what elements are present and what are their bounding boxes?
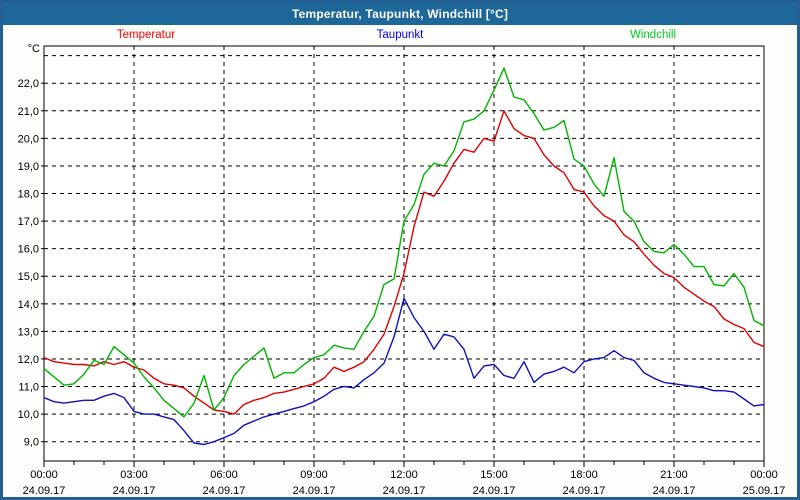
x-tick-date-label: 24.09.17 [203,485,246,497]
x-tick-date-label: 24.09.17 [113,485,156,497]
y-tick-label: 13,0 [18,326,39,338]
y-tick-label: 15,0 [18,271,39,283]
y-tick-label: 21,0 [18,106,39,118]
chart-window: Temperatur, Taupunkt, Windchill [°C] Tem… [0,0,800,500]
x-tick-time-label: 03:00 [120,469,148,481]
x-tick-date-label: 24.09.17 [653,485,696,497]
x-tick-time-label: 09:00 [300,469,328,481]
x-tick-date-label: 24.09.17 [293,485,336,497]
x-tick-time-label: 06:00 [210,469,238,481]
y-tick-label: 11,0 [18,382,39,394]
y-tick-label: 19,0 [18,161,39,173]
y-tick-label: 14,0 [18,299,39,311]
y-tick-label: 12,0 [18,354,39,366]
x-tick-time-label: 12:00 [390,469,418,481]
x-tick-date-label: 25.09.17 [743,485,786,497]
y-tick-label: 17,0 [18,216,39,228]
y-tick-label: 20,0 [18,133,39,145]
x-tick-date-label: 24.09.17 [23,485,66,497]
x-tick-time-label: 00:00 [750,469,778,481]
y-tick-label: 10,0 [18,409,39,421]
y-tick-label: 16,0 [18,244,39,256]
x-tick-date-label: 24.09.17 [383,485,426,497]
x-tick-time-label: 21:00 [660,469,688,481]
y-tick-label: 9,0 [24,437,39,449]
x-tick-date-label: 24.09.17 [473,485,516,497]
y-tick-label: 18,0 [18,189,39,201]
line-chart: 9,0 10,0 11,0 12,0 13,0 14,0 15,0 16,0 17,0 18,0 1… [18,43,786,497]
y-axis-unit-label: °C [28,43,40,55]
x-tick-time-label: 15:00 [480,469,508,481]
x-tick-date-label: 24.09.17 [563,485,606,497]
y-tick-label: 22,0 [18,78,39,90]
x-tick-time-label: 00:00 [30,469,58,481]
x-tick-time-label: 18:00 [570,469,598,481]
